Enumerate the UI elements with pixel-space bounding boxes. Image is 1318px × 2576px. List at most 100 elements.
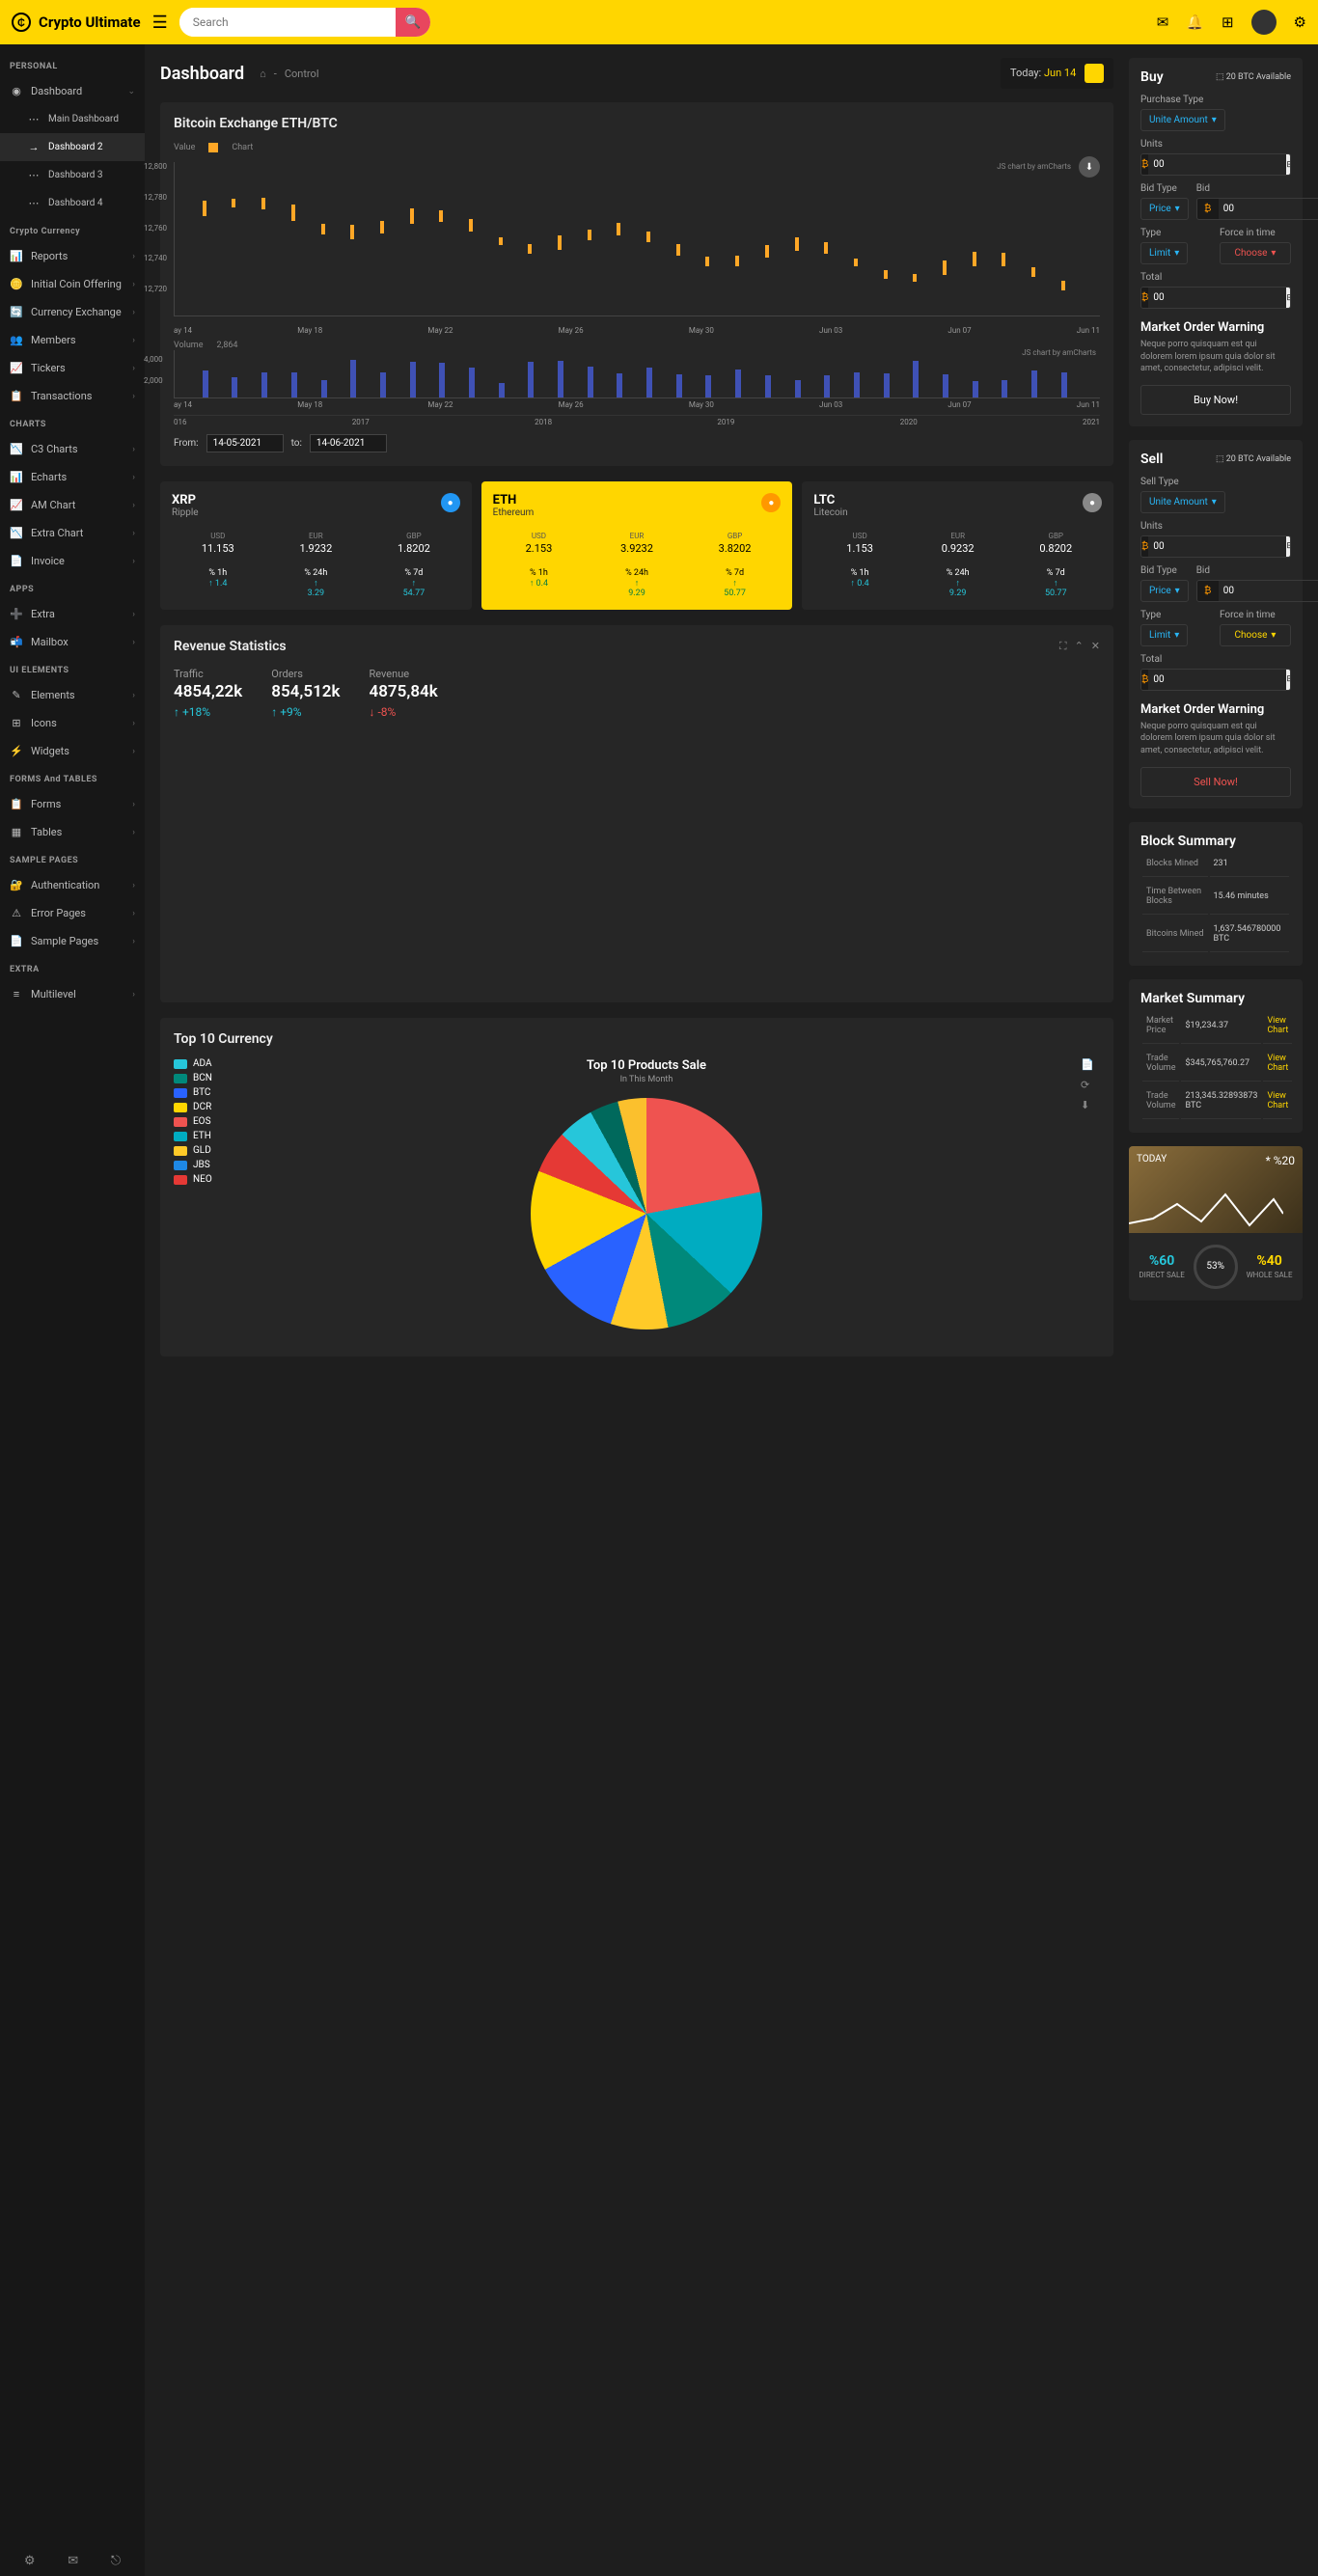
sidebar-item-c3-charts[interactable]: 📉C3 Charts› — [0, 435, 145, 463]
sell-bidtype-select[interactable]: Price ▾ — [1140, 580, 1189, 602]
purchase-type-select[interactable]: Unite Amount ▾ — [1140, 109, 1225, 131]
chevron-right-icon: › — [132, 364, 135, 373]
sidebar-item-widgets[interactable]: ⚡Widgets› — [0, 737, 145, 765]
legend-item[interactable]: BCN — [174, 1073, 212, 1083]
legend-item[interactable]: JBS — [174, 1160, 212, 1170]
total-input[interactable] — [1148, 288, 1286, 308]
legend-item[interactable]: BTC — [174, 1087, 212, 1098]
sidebar-item-am-chart[interactable]: 📈AM Chart› — [0, 491, 145, 519]
sidebar-sub-main[interactable]: ⋯Main Dashboard — [0, 105, 145, 133]
coin-card-eth[interactable]: ETHEthereum●USD2.153EUR3.9232GBP3.8202% … — [481, 481, 793, 610]
coin-card-xrp[interactable]: XRPRipple●USD11.153EUR1.9232GBP1.8202% 1… — [160, 481, 472, 610]
year-tick: 016 — [174, 418, 187, 426]
mail-icon[interactable]: ✉ — [68, 2554, 78, 2568]
legend-item[interactable]: NEO — [174, 1174, 212, 1185]
bell-icon[interactable]: 🔔 — [1186, 14, 1204, 31]
sidebar-item-icons[interactable]: ⊞Icons› — [0, 709, 145, 737]
download-icon[interactable]: ⬇ — [1081, 1099, 1100, 1111]
sell-total-input[interactable] — [1148, 670, 1286, 690]
menu-toggle-icon[interactable]: ☰ — [152, 13, 168, 33]
bidtype-select[interactable]: Price ▾ — [1140, 198, 1189, 220]
expand-icon[interactable]: ⛶ — [1059, 640, 1067, 653]
candle — [499, 237, 503, 245]
settings-icon[interactable]: ⚙ — [24, 2554, 36, 2568]
input-stepper[interactable]: ⊟ — [1286, 288, 1291, 308]
today-button[interactable] — [1085, 64, 1104, 83]
sidebar-item-mailbox[interactable]: 📬Mailbox› — [0, 628, 145, 656]
view-chart-link[interactable]: View Chart — [1267, 1054, 1288, 1073]
sidebar-item-invoice[interactable]: 📄Invoice› — [0, 547, 145, 575]
input-stepper[interactable]: ⊟ — [1286, 536, 1291, 557]
btc-icon: ₿ — [1141, 670, 1148, 690]
from-date-input[interactable] — [206, 434, 284, 452]
view-chart-link[interactable]: View Chart — [1267, 1016, 1288, 1035]
coin-card-ltc[interactable]: LTCLitecoin●USD1.153EUR0.9232GBP0.8202% … — [802, 481, 1113, 610]
legend-item[interactable]: ADA — [174, 1058, 212, 1069]
sell-bid-input[interactable] — [1219, 581, 1318, 601]
legend-item[interactable]: EOS — [174, 1116, 212, 1127]
sidebar-item-initial-coin-offering[interactable]: 🪙Initial Coin Offering› — [0, 270, 145, 298]
legend-item[interactable]: ETH — [174, 1131, 212, 1141]
sidebar-item-label: Elements — [31, 689, 75, 701]
legend-item[interactable]: DCR — [174, 1102, 212, 1112]
sidebar-item-tickers[interactable]: 📈Tickers› — [0, 354, 145, 382]
logout-icon[interactable]: ⎋ — [111, 2554, 121, 2568]
download-icon[interactable]: ⬇ — [1079, 156, 1100, 178]
collapse-icon[interactable]: ⌃ — [1075, 640, 1084, 653]
avatar[interactable] — [1251, 10, 1277, 35]
search-button[interactable]: 🔍 — [396, 8, 430, 37]
sidebar-sub-d4[interactable]: ⋯Dashboard 4 — [0, 189, 145, 217]
y-tick: 12,720 — [144, 285, 167, 293]
force-select[interactable]: Choose ▾ — [1220, 242, 1291, 264]
input-stepper[interactable]: ⊟ — [1286, 154, 1291, 175]
sidebar-item-transactions[interactable]: 📋Transactions› — [0, 382, 145, 410]
legend-item[interactable]: GLD — [174, 1145, 212, 1156]
doc-icon[interactable]: 📄 — [1081, 1058, 1100, 1071]
view-chart-link[interactable]: View Chart — [1267, 1091, 1288, 1110]
sidebar-sub-d3[interactable]: ⋯Dashboard 3 — [0, 161, 145, 189]
units-input[interactable] — [1148, 154, 1286, 175]
gear-icon[interactable]: ⚙ — [1294, 14, 1306, 31]
sidebar-item-error-pages[interactable]: ⚠Error Pages› — [0, 899, 145, 927]
search-input[interactable] — [179, 8, 396, 37]
x-tick: May 18 — [297, 326, 322, 335]
sidebar-item-dashboard[interactable]: ◉Dashboard⌄ — [0, 77, 145, 105]
sell-warning-text: Neque porro quisquam est qui dolorem lor… — [1140, 721, 1291, 757]
sidebar-item-tables[interactable]: ▦Tables› — [0, 818, 145, 846]
close-icon[interactable]: ✕ — [1091, 640, 1100, 653]
mail-icon[interactable]: ✉ — [1157, 14, 1169, 31]
y-tick: 12,780 — [144, 193, 167, 202]
sidebar-item-forms[interactable]: 📋Forms› — [0, 790, 145, 818]
home-icon[interactable]: ⌂ — [260, 68, 266, 80]
sidebar-sub-d2[interactable]: →Dashboard 2 — [0, 133, 145, 161]
nav-icon: ⊞ — [10, 717, 23, 729]
input-stepper[interactable]: ⊟ — [1286, 670, 1291, 690]
legend-swatch — [174, 1132, 187, 1141]
grid-icon[interactable]: ⊞ — [1222, 14, 1234, 31]
sidebar-item-reports[interactable]: 📊Reports› — [0, 242, 145, 270]
chevron-right-icon: › — [132, 638, 135, 647]
sidebar-item-extra[interactable]: ➕Extra› — [0, 600, 145, 628]
to-date-input[interactable] — [310, 434, 387, 452]
sell-button[interactable]: Sell Now! — [1140, 767, 1291, 797]
buy-button[interactable]: Buy Now! — [1140, 385, 1291, 415]
logo[interactable]: ₵ Crypto Ultimate — [12, 13, 141, 32]
type-select[interactable]: Limit ▾ — [1140, 242, 1188, 264]
sell-force-select[interactable]: Choose ▾ — [1220, 624, 1291, 646]
sidebar-item-echarts[interactable]: 📊Echarts› — [0, 463, 145, 491]
sidebar-item-sample-pages[interactable]: 📄Sample Pages› — [0, 927, 145, 955]
sell-type-select[interactable]: Limit ▾ — [1140, 624, 1188, 646]
sidebar-item-extra-chart[interactable]: 📉Extra Chart› — [0, 519, 145, 547]
nav-icon: 📉 — [10, 443, 23, 455]
selltype-select[interactable]: Unite Amount ▾ — [1140, 491, 1225, 513]
refresh-icon[interactable]: ⟳ — [1081, 1079, 1100, 1091]
sidebar-item-authentication[interactable]: 🔐Authentication› — [0, 871, 145, 899]
sidebar-item-multilevel[interactable]: ≡Multilevel› — [0, 980, 145, 1008]
bid-input[interactable] — [1219, 199, 1318, 219]
sidebar-item-currency-exchange[interactable]: 🔄Currency Exchange› — [0, 298, 145, 326]
sidebar-item-members[interactable]: 👥Members› — [0, 326, 145, 354]
sell-units-input[interactable] — [1148, 536, 1286, 557]
x-tick: May 30 — [689, 326, 714, 335]
candle — [321, 224, 325, 234]
sidebar-item-elements[interactable]: ✎Elements› — [0, 681, 145, 709]
